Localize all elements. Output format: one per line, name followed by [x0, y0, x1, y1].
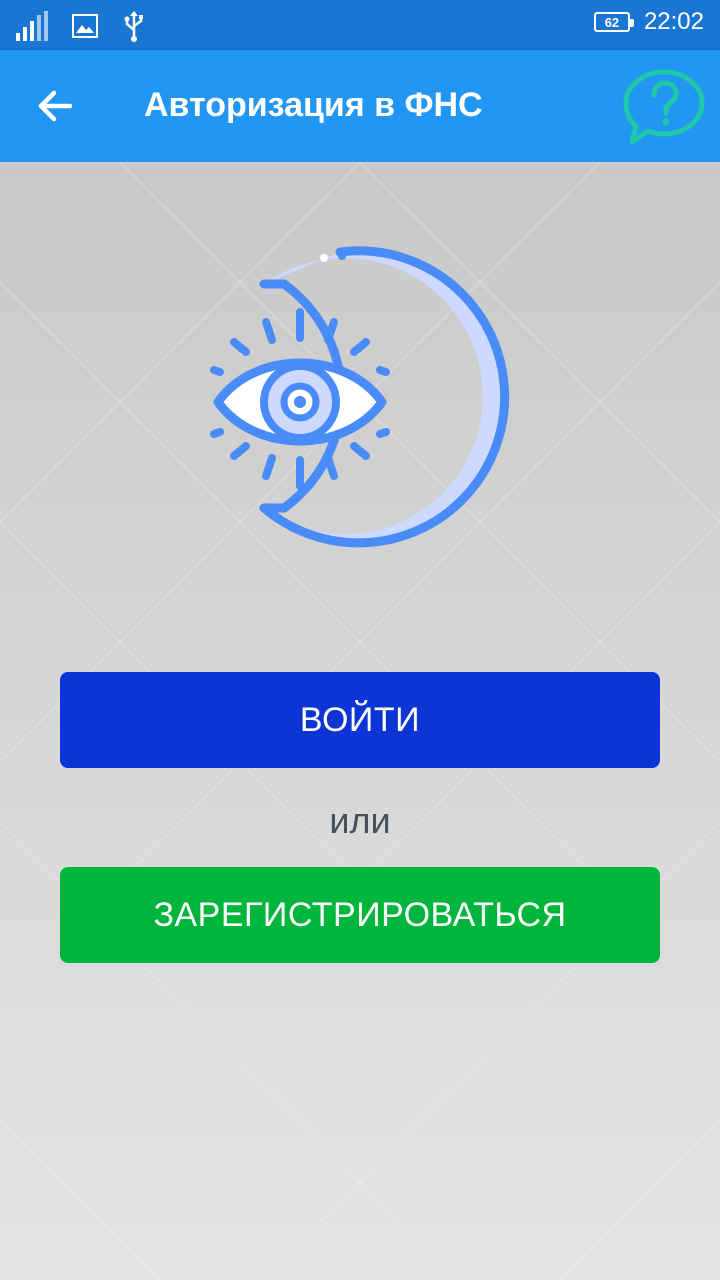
battery-icon: 62: [593, 12, 634, 32]
usb-icon: [124, 11, 143, 42]
status-bar: 62 22:02: [0, 0, 720, 50]
eye-moon-icon: [210, 246, 510, 548]
help-chat-icon[interactable]: [622, 68, 706, 146]
arrow-left-icon[interactable]: [30, 80, 82, 132]
login-button[interactable]: ВОЙТИ: [60, 672, 660, 768]
page-title: Авторизация в ФНС: [144, 86, 483, 124]
register-button[interactable]: ЗАРЕГИСТРИРОВАТЬСЯ: [60, 867, 660, 963]
battery-level: 62: [604, 14, 620, 30]
status-time: 22:02: [643, 8, 704, 35]
image-icon: [72, 14, 98, 38]
app-bar: Авторизация в ФНС: [0, 50, 720, 162]
or-separator: или: [329, 800, 391, 841]
signal-icon: [16, 11, 48, 41]
